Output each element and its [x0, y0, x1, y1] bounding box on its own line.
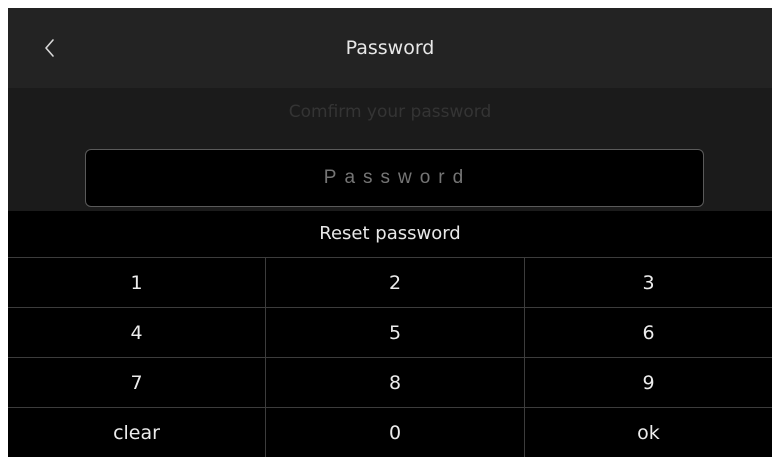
page-title: Password — [345, 37, 435, 59]
password-input[interactable] — [85, 149, 704, 207]
confirm-password-prompt: Comfirm your password — [288, 102, 492, 122]
key-0[interactable]: 0 — [266, 407, 525, 457]
clear-key[interactable]: clear — [8, 407, 266, 457]
chevron-left-icon — [45, 39, 54, 57]
password-screen: Password Comfirm your password Reset pas… — [8, 8, 772, 457]
key-7[interactable]: 7 — [8, 357, 266, 407]
key-6[interactable]: 6 — [525, 307, 772, 357]
key-4[interactable]: 4 — [8, 307, 266, 357]
ok-key[interactable]: ok — [525, 407, 772, 457]
key-1[interactable]: 1 — [8, 257, 266, 307]
key-5[interactable]: 5 — [266, 307, 525, 357]
header-bar: Password — [8, 8, 772, 88]
reset-password-button[interactable]: Reset password — [8, 211, 772, 257]
key-9[interactable]: 9 — [525, 357, 772, 407]
numeric-keypad: 1 2 3 4 5 6 7 8 9 clear 0 ok — [8, 257, 772, 457]
back-button[interactable] — [30, 28, 70, 68]
key-2[interactable]: 2 — [266, 257, 525, 307]
key-3[interactable]: 3 — [525, 257, 772, 307]
key-8[interactable]: 8 — [266, 357, 525, 407]
